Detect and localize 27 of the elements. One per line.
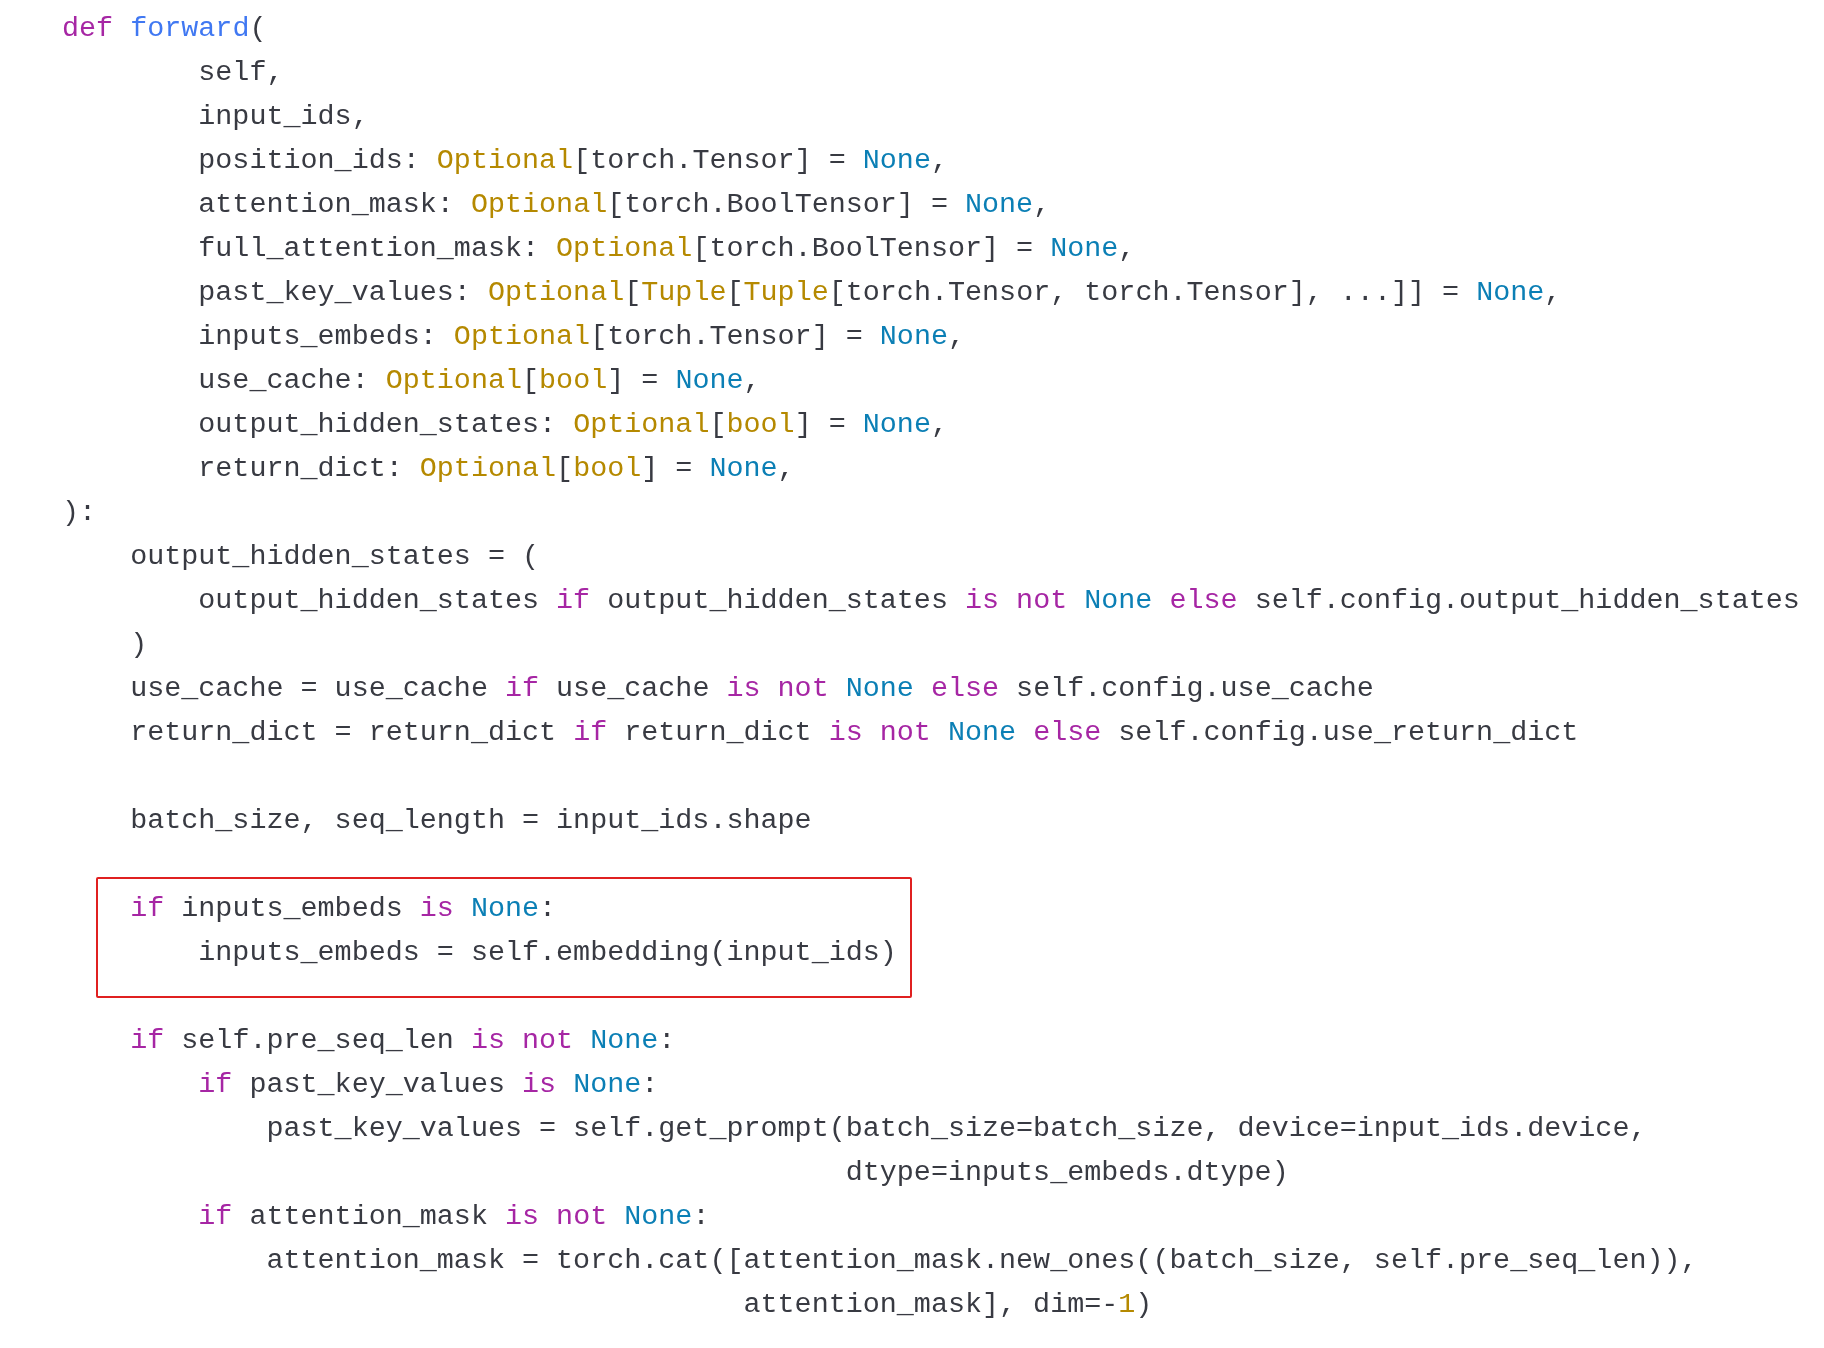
code-line: use_cache: Optional[bool] = None,	[197, 363, 761, 399]
code-line: if attention_mask is not None:	[197, 1199, 710, 1235]
code-line: position_ids: Optional[torch.Tensor] = None,	[197, 143, 948, 179]
code-line: if past_key_values is None:	[197, 1067, 659, 1103]
code-line: use_cache = use_cache if use_cache is not None else self.config.use_cache	[129, 671, 1374, 707]
code-line: attention_mask = torch.cat([attention_mask.new_ones((batch_size, self.pre_seq_len)),	[265, 1243, 1698, 1279]
code-line: self,	[197, 55, 284, 91]
code-line: return_dict: Optional[bool] = None,	[197, 451, 795, 487]
code-line: ):	[62, 495, 97, 531]
code-line: output_hidden_states if output_hidden_states is not None else self.config.output_hidden_states	[197, 583, 1800, 619]
code-line: output_hidden_states = (	[129, 539, 540, 575]
code-line: dtype=inputs_embeds.dtype)	[844, 1155, 1289, 1191]
code-line: attention_mask: Optional[torch.BoolTensor] = None,	[197, 187, 1051, 223]
code-line: attention_mask], dim=-1)	[742, 1287, 1153, 1323]
code-line: if self.pre_seq_len is not None:	[129, 1023, 676, 1059]
code-line: inputs_embeds = self.embedding(input_ids)	[197, 935, 897, 971]
code-line: inputs_embeds: Optional[torch.Tensor] = None,	[197, 319, 965, 355]
code-line: input_ids,	[197, 99, 369, 135]
code-line: return_dict = return_dict if return_dict is not None else self.config.use_return_dict	[129, 715, 1579, 751]
code-line: past_key_values = self.get_prompt(batch_size=batch_size, device=input_ids.device,	[265, 1111, 1647, 1147]
code-line: batch_size, seq_length = input_ids.shape	[129, 803, 812, 839]
code-line: output_hidden_states: Optional[bool] = None,	[197, 407, 948, 443]
code-line: full_attention_mask: Optional[torch.BoolTensor] = None,	[197, 231, 1136, 267]
code-line: past_key_values: Optional[Tuple[Tuple[torch.Tensor, torch.Tensor], ...]] = None,	[197, 275, 1562, 311]
code-line: )	[129, 627, 148, 663]
code-line: def forward(	[62, 11, 267, 47]
code-line: if inputs_embeds is None:	[129, 891, 557, 927]
